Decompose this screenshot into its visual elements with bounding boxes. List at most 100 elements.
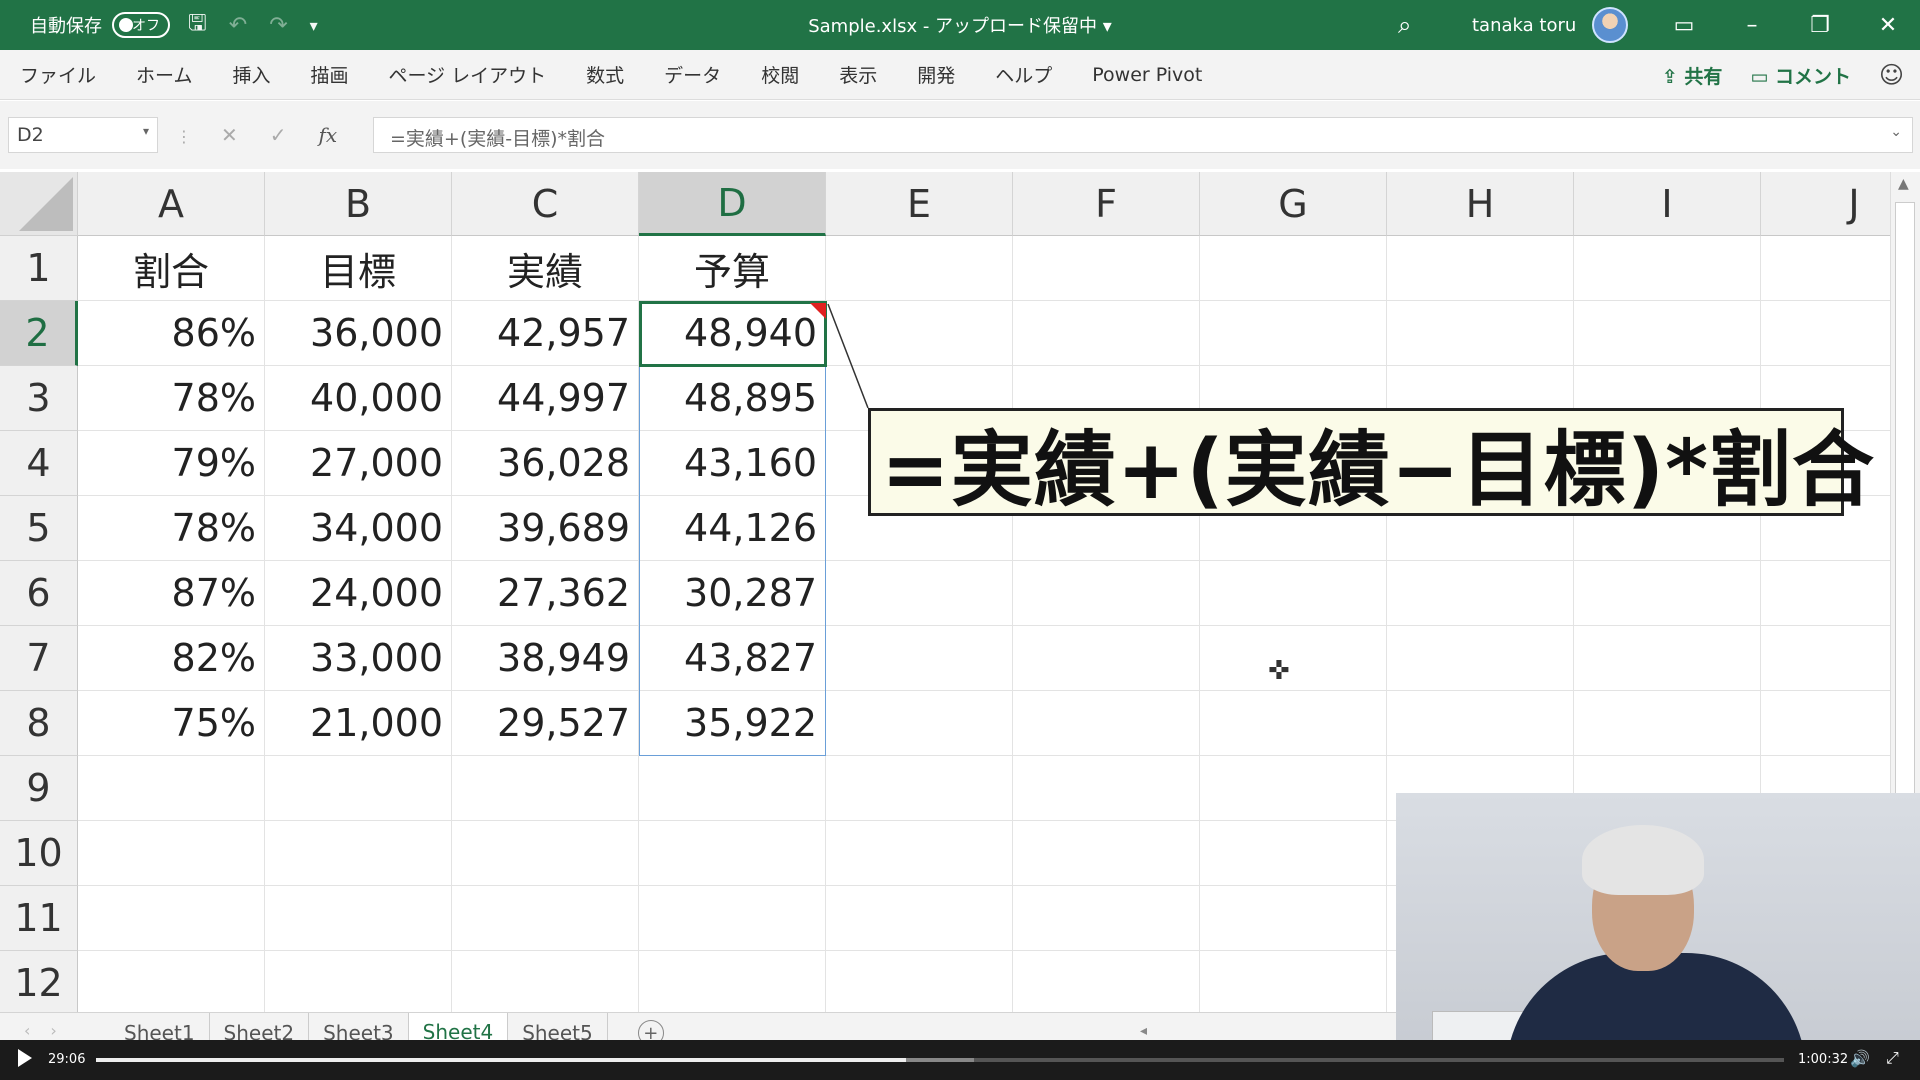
fullscreen-icon[interactable]: ⤢ (1886, 1048, 1899, 1068)
tab-home[interactable]: ホーム (116, 61, 212, 88)
tab-data[interactable]: データ (644, 61, 741, 88)
row-header-8[interactable]: 8 (0, 691, 78, 756)
tab-insert[interactable]: 挿入 (212, 61, 290, 88)
restore-icon[interactable]: ❐ (1786, 0, 1854, 50)
cell-f10[interactable] (1013, 821, 1200, 886)
cell-b9[interactable] (265, 756, 452, 821)
cell-c4[interactable]: 36,028 (452, 431, 639, 496)
tab-formulas[interactable]: 数式 (566, 61, 644, 88)
expand-formula-bar-icon[interactable]: ⌄ (1890, 124, 1902, 140)
cell-g12[interactable] (1200, 951, 1387, 1016)
cell-d9[interactable] (639, 756, 826, 821)
redo-icon[interactable]: ↷ (269, 13, 287, 38)
cell-c5[interactable]: 39,689 (452, 496, 639, 561)
cell-c10[interactable] (452, 821, 639, 886)
cell-c3[interactable]: 44,997 (452, 366, 639, 431)
cell-b12[interactable] (265, 951, 452, 1016)
scroll-thumb[interactable] (1895, 202, 1915, 802)
cell-g7[interactable] (1200, 626, 1387, 691)
cell-a10[interactable] (78, 821, 265, 886)
cell-d5[interactable]: 44,126 (639, 496, 826, 561)
cell-b7[interactable]: 33,000 (265, 626, 452, 691)
cell-e12[interactable] (826, 951, 1013, 1016)
customize-qat-icon[interactable]: ▾ (310, 16, 318, 35)
select-all-corner[interactable] (0, 172, 78, 236)
cell-a9[interactable] (78, 756, 265, 821)
column-header-b[interactable]: B (265, 172, 452, 236)
cell-e11[interactable] (826, 886, 1013, 951)
cell-e7[interactable] (826, 626, 1013, 691)
tab-power-pivot[interactable]: Power Pivot (1072, 64, 1222, 86)
cell-d8[interactable]: 35,922 (639, 691, 826, 756)
cell-d3[interactable]: 48,895 (639, 366, 826, 431)
row-header-4[interactable]: 4 (0, 431, 78, 496)
cell-d6[interactable]: 30,287 (639, 561, 826, 626)
volume-icon[interactable]: 🔊 (1850, 1049, 1870, 1068)
ribbon-display-icon[interactable]: ▭ (1650, 0, 1718, 50)
play-icon[interactable] (18, 1049, 32, 1067)
document-title[interactable]: Sample.xlsx - アップロード保留中 ▾ (808, 12, 1112, 38)
cell-c11[interactable] (452, 886, 639, 951)
cell-e8[interactable] (826, 691, 1013, 756)
row-header-6[interactable]: 6 (0, 561, 78, 626)
cell-g6[interactable] (1200, 561, 1387, 626)
column-header-h[interactable]: H (1387, 172, 1574, 236)
save-icon[interactable]: 🖫 (188, 6, 207, 44)
cell-d11[interactable] (639, 886, 826, 951)
cell-b4[interactable]: 27,000 (265, 431, 452, 496)
seek-bar[interactable] (96, 1058, 1784, 1062)
cell-f8[interactable] (1013, 691, 1200, 756)
cell-g8[interactable] (1200, 691, 1387, 756)
avatar[interactable] (1592, 7, 1629, 43)
cell-e9[interactable] (826, 756, 1013, 821)
cell-i6[interactable] (1574, 561, 1761, 626)
cell-b3[interactable]: 40,000 (265, 366, 452, 431)
cell-g10[interactable] (1200, 821, 1387, 886)
cell-a11[interactable] (78, 886, 265, 951)
row-header-9[interactable]: 9 (0, 756, 78, 821)
cell-i2[interactable] (1574, 301, 1761, 366)
cell-b1[interactable]: 目標 (265, 236, 452, 301)
cell-d12[interactable] (639, 951, 826, 1016)
undo-icon[interactable]: ↶ (229, 13, 247, 38)
minimize-icon[interactable]: – (1718, 0, 1786, 50)
cell-f9[interactable] (1013, 756, 1200, 821)
cell-d4[interactable]: 43,160 (639, 431, 826, 496)
row-header-1[interactable]: 1 (0, 236, 78, 301)
cell-e6[interactable] (826, 561, 1013, 626)
column-header-e[interactable]: E (826, 172, 1013, 236)
cell-c6[interactable]: 27,362 (452, 561, 639, 626)
cell-e2[interactable] (826, 301, 1013, 366)
cell-e1[interactable] (826, 236, 1013, 301)
close-icon[interactable]: ✕ (1854, 0, 1920, 50)
share-button[interactable]: ⇪ 共有 (1662, 62, 1723, 89)
autosave-toggle[interactable]: オフ (112, 12, 170, 38)
insert-function-icon[interactable]: fx (319, 123, 338, 147)
cell-h7[interactable] (1387, 626, 1574, 691)
column-header-f[interactable]: F (1013, 172, 1200, 236)
tab-developer[interactable]: 開発 (897, 61, 975, 88)
cell-g1[interactable] (1200, 236, 1387, 301)
cell-i1[interactable] (1574, 236, 1761, 301)
cell-c12[interactable] (452, 951, 639, 1016)
tab-view[interactable]: 表示 (819, 61, 897, 88)
column-header-g[interactable]: G (1200, 172, 1387, 236)
row-header-12[interactable]: 12 (0, 951, 78, 1016)
cell-c1[interactable]: 実績 (452, 236, 639, 301)
cell-c9[interactable] (452, 756, 639, 821)
row-header-10[interactable]: 10 (0, 821, 78, 886)
tab-file[interactable]: ファイル (0, 61, 116, 88)
column-header-i[interactable]: I (1574, 172, 1761, 236)
cell-b10[interactable] (265, 821, 452, 886)
formula-input[interactable]: =実績+(実績-目標)*割合 ⌄ (373, 117, 1913, 153)
row-header-2[interactable]: 2 (0, 301, 78, 366)
cell-a1[interactable]: 割合 (78, 236, 265, 301)
cell-a6[interactable]: 87% (78, 561, 265, 626)
scroll-up-icon[interactable]: ▲ (1898, 176, 1909, 192)
horizontal-scroll-left-icon[interactable]: ◂ (1140, 1023, 1147, 1039)
cell-d7[interactable]: 43,827 (639, 626, 826, 691)
cancel-icon[interactable]: ✕ (221, 123, 238, 147)
row-header-11[interactable]: 11 (0, 886, 78, 951)
cell-f12[interactable] (1013, 951, 1200, 1016)
cell-a12[interactable] (78, 951, 265, 1016)
